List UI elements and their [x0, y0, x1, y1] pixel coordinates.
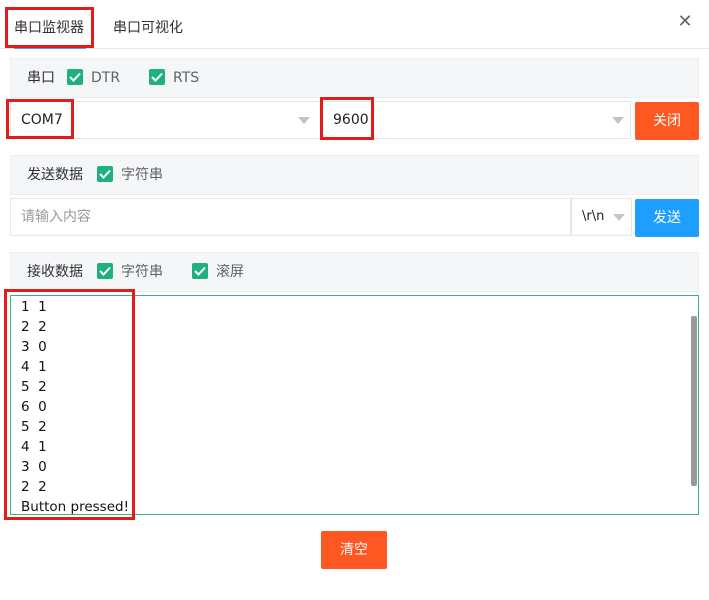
- send-section-header: 发送数据 字符串: [10, 155, 699, 195]
- output-line: 6 0: [21, 399, 47, 415]
- output-line: 2 2: [21, 479, 47, 495]
- baud-select[interactable]: 9600: [322, 101, 631, 139]
- serial-title: 串口: [27, 70, 55, 86]
- port-select[interactable]: COM7: [10, 101, 321, 139]
- port-value: COM7: [21, 112, 63, 128]
- tab-serial-visualization[interactable]: 串口可视化: [113, 0, 193, 49]
- send-string-checkbox[interactable]: [97, 166, 113, 182]
- output-line: 1 1: [21, 299, 47, 315]
- receive-string-label: 字符串: [121, 264, 163, 280]
- scroll-checkbox[interactable]: [192, 263, 208, 279]
- scrollbar[interactable]: [691, 316, 697, 486]
- line-ending-value: \r\n: [582, 209, 605, 224]
- output-line: Button pressed!: [21, 499, 129, 515]
- dtr-checkbox[interactable]: [67, 69, 83, 85]
- serial-section-header: 串口 DTR RTS: [10, 58, 699, 98]
- line-ending-select[interactable]: \r\n: [571, 198, 632, 236]
- rts-checkbox[interactable]: [149, 69, 165, 85]
- chevron-down-icon: [612, 117, 624, 124]
- output-line: 5 2: [21, 379, 47, 395]
- send-input-placeholder: 请输入内容: [21, 209, 91, 225]
- receive-string-checkbox[interactable]: [97, 263, 113, 279]
- send-title: 发送数据: [27, 167, 83, 183]
- output-line: 3 0: [21, 459, 47, 475]
- output-line: 2 2: [21, 319, 47, 335]
- receive-textarea[interactable]: 1 1 2 2 3 0 4 1 5 2 6 0 5 2 4 1 3 0 2 2 …: [10, 295, 699, 515]
- output-line: 3 0: [21, 339, 47, 355]
- close-icon[interactable]: ✕: [675, 12, 695, 32]
- close-port-button[interactable]: 关闭: [635, 102, 699, 140]
- output-line: 4 1: [21, 439, 47, 455]
- send-string-label: 字符串: [121, 167, 163, 183]
- scroll-label: 滚屏: [216, 264, 244, 280]
- receive-section-header: 接收数据 字符串 滚屏: [10, 252, 699, 292]
- output-line: 5 2: [21, 419, 47, 435]
- rts-label: RTS: [173, 70, 200, 86]
- send-input[interactable]: 请输入内容: [10, 198, 571, 236]
- tab-bar: 串口监视器 串口可视化 ✕: [0, 0, 709, 49]
- chevron-down-icon: [298, 117, 310, 124]
- receive-title: 接收数据: [27, 264, 83, 280]
- dtr-label: DTR: [91, 70, 121, 86]
- output-line: 4 1: [21, 359, 47, 375]
- send-button[interactable]: 发送: [635, 199, 699, 237]
- clear-button[interactable]: 清空: [321, 531, 387, 569]
- chevron-down-icon: [613, 214, 625, 221]
- tab-serial-monitor[interactable]: 串口监视器: [14, 0, 86, 49]
- baud-value: 9600: [333, 112, 369, 128]
